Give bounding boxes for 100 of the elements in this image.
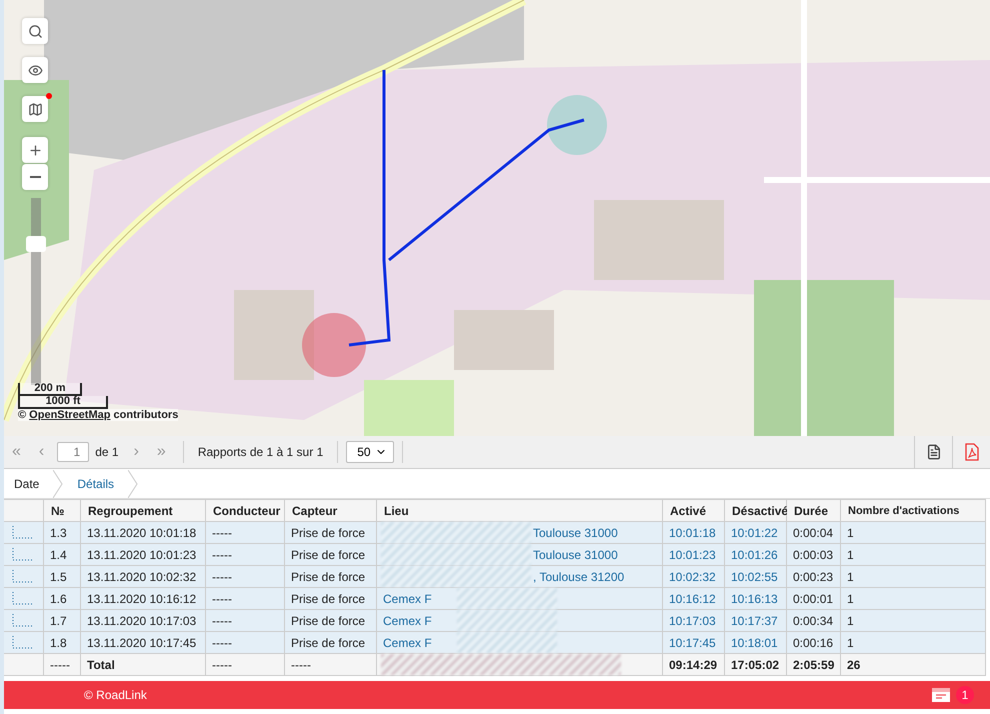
table-cell: Cemex F (383, 636, 432, 650)
table-cell: 1.7 (44, 610, 81, 632)
tree-connector-icon (10, 636, 32, 650)
report-summary: Rapports de 1 à 1 sur 1 (196, 445, 324, 459)
table-cell: 10:01:18 (663, 522, 725, 544)
page-field[interactable]: 1 (57, 442, 90, 462)
table-cell: 10:01:22 (725, 522, 787, 544)
table-cell: 17:05:02 (725, 654, 787, 676)
table-cell: 2:05:59 (787, 654, 841, 676)
table-cell: 10:01:23 (663, 544, 725, 566)
table-cell: Toulouse 31000 (533, 526, 618, 540)
scale-bar: 1000 ft (18, 396, 108, 409)
table-cell: Cemex F (383, 592, 432, 606)
table-cell: 0:00:01 (787, 588, 841, 610)
search-icon (28, 24, 42, 38)
table-cell: 1 (841, 632, 986, 654)
table-cell: 0:00:16 (787, 632, 841, 654)
table-cell: ----- (206, 522, 285, 544)
tree-connector-icon (10, 570, 32, 584)
plus-icon (28, 142, 42, 158)
table-cell: ----- (44, 654, 81, 676)
column-header[interactable]: Lieu (377, 499, 663, 522)
table-cell: Prise de force (285, 522, 377, 544)
column-header[interactable]: Nombre d'activations (841, 499, 986, 522)
table-cell: 10:17:03 (663, 610, 725, 632)
tree-connector-icon (10, 614, 32, 628)
table-cell: 26 (841, 654, 986, 676)
breadcrumb-item[interactable]: Détails (77, 470, 152, 498)
table-cell: Cemex F (383, 614, 432, 628)
table-cell: 1 (841, 522, 986, 544)
table-cell: 09:14:29 (663, 654, 725, 676)
visibility-button[interactable] (22, 57, 48, 83)
zoom-in-button[interactable] (22, 137, 48, 163)
table-cell: 10:02:32 (663, 566, 725, 588)
table-cell: 10:16:13 (725, 588, 787, 610)
table-cell: ----- (285, 654, 377, 676)
table-cell: 10:02:55 (725, 566, 787, 588)
message-icon[interactable] (932, 688, 950, 702)
table-cell: Prise de force (285, 544, 377, 566)
table-cell: 1.8 (44, 632, 81, 654)
column-header[interactable]: Conducteur (206, 499, 285, 522)
zoom-out-button[interactable] (22, 164, 48, 190)
minus-icon (30, 176, 40, 178)
table-cell: 10:17:45 (663, 632, 725, 654)
slider-thumb[interactable] (26, 236, 46, 252)
table-cell: 10:18:01 (725, 632, 787, 654)
pdf-icon (964, 443, 978, 461)
table-cell: 1 (841, 566, 986, 588)
table-cell: Total (81, 654, 206, 676)
search-button[interactable] (22, 18, 48, 44)
eye-icon (28, 62, 42, 78)
table-cell: 0:00:23 (787, 566, 841, 588)
table-cell: Prise de force (285, 588, 377, 610)
column-header[interactable]: Capteur (285, 499, 377, 522)
column-header[interactable]: Désactivé (725, 499, 787, 522)
table-cell: 10:17:37 (725, 610, 787, 632)
table-cell: Prise de force (285, 610, 377, 632)
table-cell: 1 (841, 588, 986, 610)
map-attribution: © OpenStreetMap contributors (18, 409, 178, 421)
table-cell: ----- (206, 566, 285, 588)
table-cell: 10:01:26 (725, 544, 787, 566)
table-cell: 1.4 (44, 544, 81, 566)
column-header[interactable]: Activé (663, 499, 725, 522)
table-cell: 13.11.2020 10:02:32 (81, 566, 206, 588)
table-cell: 1 (841, 544, 986, 566)
table-cell: 13.11.2020 10:01:23 (81, 544, 206, 566)
table-cell: 0:00:04 (787, 522, 841, 544)
table-cell: 13.11.2020 10:16:12 (81, 588, 206, 610)
table-cell: 1.5 (44, 566, 81, 588)
table-cell: 0:00:03 (787, 544, 841, 566)
page-count: de 1 (94, 445, 120, 459)
table-cell: 13.11.2020 10:17:03 (81, 610, 206, 632)
page-size-select[interactable]: 50 (346, 441, 394, 463)
table-cell: ----- (206, 654, 285, 676)
table-cell: ----- (206, 632, 285, 654)
copyright-text: © RoadLink (84, 688, 147, 702)
table-cell: Prise de force (285, 566, 377, 588)
tree-connector-icon (10, 592, 32, 606)
table-cell: Prise de force (285, 632, 377, 654)
tree-connector-icon (10, 526, 32, 540)
column-header[interactable]: № (44, 499, 81, 522)
table-cell: 13.11.2020 10:01:18 (81, 522, 206, 544)
breadcrumb-item[interactable]: Date (14, 470, 78, 498)
table-cell: 0:00:34 (787, 610, 841, 632)
column-header[interactable]: Regroupement (81, 499, 206, 522)
map-icon (28, 102, 42, 116)
scale-bar: 200 m (18, 383, 82, 396)
table-cell: Toulouse 31000 (533, 548, 618, 562)
table-cell: 1 (841, 610, 986, 632)
table-cell: , Toulouse 31200 (533, 570, 624, 584)
tree-connector-icon (10, 548, 32, 562)
document-icon (926, 444, 942, 460)
notification-badge: 1 (956, 686, 974, 704)
table-cell: ----- (206, 610, 285, 632)
table-cell: 1.3 (44, 522, 81, 544)
table-cell: ----- (206, 544, 285, 566)
table-cell: ----- (206, 588, 285, 610)
table-cell: 10:16:12 (663, 588, 725, 610)
column-header[interactable]: Durée (787, 499, 841, 522)
table-cell: 13.11.2020 10:17:45 (81, 632, 206, 654)
